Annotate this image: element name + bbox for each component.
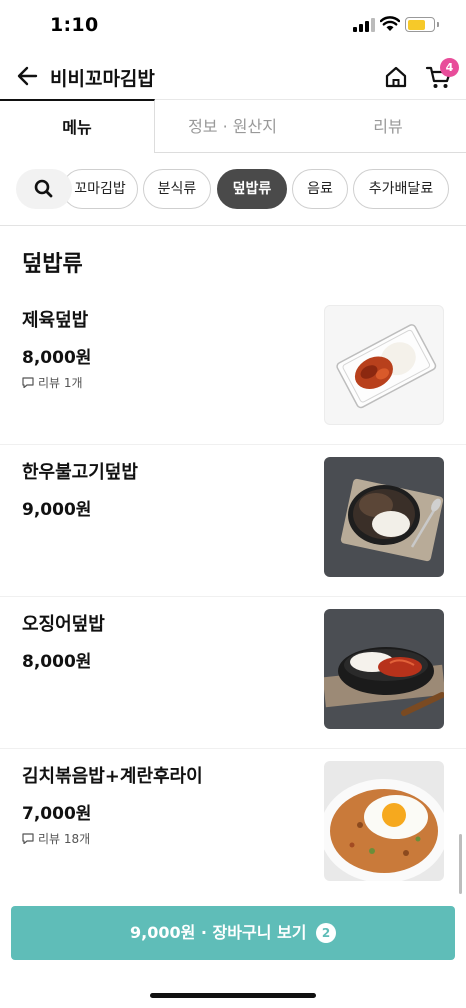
category-chip-deopbap[interactable]: 덮밥류 — [217, 169, 287, 209]
menu-item-kimchi-fried-rice[interactable]: 김치볶음밥+계란후라이 7,000원 리뷰 18개 — [0, 748, 466, 901]
tab-bar: 메뉴 정보 · 원산지 리뷰 — [0, 99, 466, 153]
tab-menu[interactable]: 메뉴 — [0, 99, 155, 153]
view-cart-label: 9,000원 · 장바구니 보기 — [129, 923, 307, 942]
item-price: 8,000원 — [22, 348, 92, 368]
item-price: 7,000원 — [22, 804, 92, 824]
menu-item-jeyuk[interactable]: 제육덮밥 8,000원 리뷰 1개 — [0, 292, 466, 445]
item-image — [324, 761, 444, 881]
item-name: 오징어덮밥 — [22, 614, 105, 635]
battery-icon — [405, 17, 435, 32]
store-header: 비비꼬마김밥 — [0, 52, 466, 100]
tab-info[interactable]: 정보 · 원산지 — [155, 99, 310, 153]
item-image — [324, 305, 444, 425]
search-icon — [34, 179, 53, 198]
item-name: 제육덮밥 — [22, 310, 89, 331]
category-chip-gimbap[interactable]: 꼬마김밥 — [62, 169, 138, 209]
store-title: 비비꼬마김밥 — [50, 68, 155, 90]
status-bar: 1:10 — [0, 0, 466, 52]
wifi-icon — [380, 16, 400, 31]
item-price: 8,000원 — [22, 652, 92, 672]
item-name: 한우불고기덮밥 — [22, 462, 138, 483]
view-cart-button[interactable]: 9,000원 · 장바구니 보기 2 — [11, 906, 455, 960]
home-indicator — [150, 993, 316, 998]
category-chip-delivery-fee[interactable]: 추가배달료 — [353, 169, 449, 209]
item-price: 9,000원 — [22, 500, 92, 520]
status-time: 1:10 — [50, 14, 99, 36]
back-arrow-icon[interactable] — [14, 62, 42, 90]
item-image — [324, 457, 444, 577]
signal-icon — [353, 18, 375, 32]
menu-item-bulgogi[interactable]: 한우불고기덮밥 9,000원 — [0, 444, 466, 597]
comment-icon — [22, 377, 34, 388]
search-button[interactable] — [16, 169, 72, 209]
item-image — [324, 609, 444, 729]
home-icon[interactable] — [383, 64, 409, 90]
tab-review[interactable]: 리뷰 — [310, 99, 466, 153]
item-name: 김치볶음밥+계란후라이 — [22, 766, 203, 787]
item-review-count: 리뷰 1개 — [22, 374, 83, 391]
menu-item-squid[interactable]: 오징어덮밥 8,000원 — [0, 596, 466, 749]
category-chip-bunsik[interactable]: 분식류 — [143, 169, 211, 209]
cart-item-count: 2 — [316, 923, 337, 943]
comment-icon — [22, 833, 34, 844]
category-chip-drinks[interactable]: 음료 — [292, 169, 348, 209]
scroll-indicator — [459, 834, 462, 894]
item-review-count: 리뷰 18개 — [22, 830, 90, 847]
category-chips: 꼬마김밥 분식류 덮밥류 음료 추가배달료 — [0, 154, 466, 226]
section-title: 덮밥류 — [22, 252, 83, 277]
cart-count-badge: 4 — [440, 58, 459, 77]
